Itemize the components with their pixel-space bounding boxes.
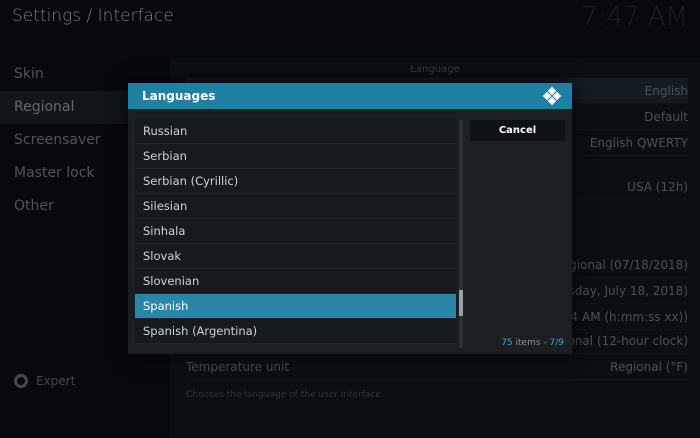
list-item[interactable]: Serbian (Cyrillic) [135,169,456,194]
item-count: 75 items - 7/9 [501,338,564,348]
cancel-button[interactable]: Cancel [470,120,565,141]
list-item[interactable]: Russian [135,119,456,144]
dialog-header: Languages [128,83,572,109]
page-indicator: 7/9 [549,338,564,348]
list-item-focused[interactable]: Spanish [135,294,456,319]
scrollbar-thumb[interactable] [459,290,463,316]
language-list: Russian Serbian Serbian (Cyrillic) Siles… [135,119,456,345]
list-item[interactable]: Spanish (Argentina) [135,319,456,344]
languages-dialog: Languages Russian Serbian Serbian (Cyril… [128,83,572,354]
list-scrollbar[interactable] [459,120,463,348]
item-count-text: items - [512,338,550,348]
dialog-title: Languages [142,89,216,103]
list-item[interactable]: Slovak [135,244,456,269]
list-item[interactable]: Serbian [135,144,456,169]
list-item[interactable]: Sinhala [135,219,456,244]
list-item[interactable]: Slovenian [135,269,456,294]
item-count-number: 75 [501,338,513,348]
list-item[interactable]: Silesian [135,194,456,219]
kodi-logo-icon [542,86,562,106]
